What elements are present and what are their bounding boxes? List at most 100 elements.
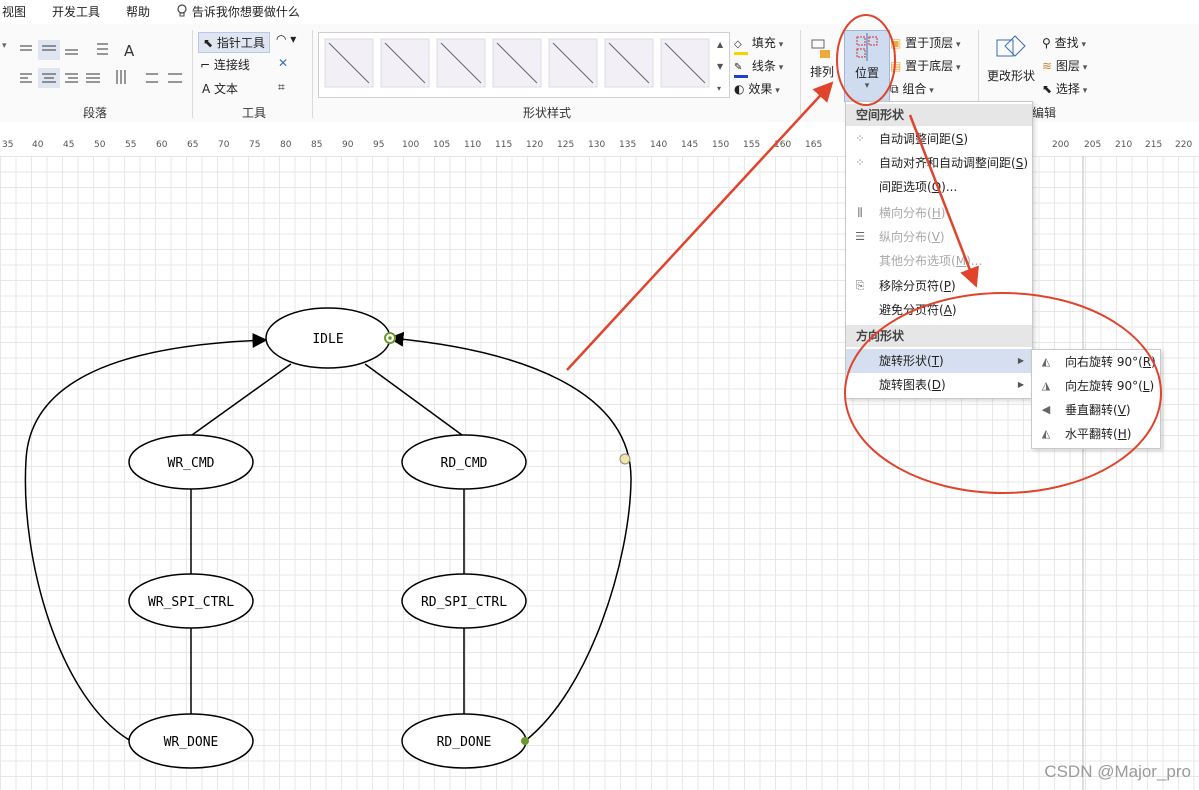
tab-developer[interactable]: 开发工具	[52, 3, 100, 20]
ruler-tick: 215	[1145, 140, 1163, 150]
edge-wr-done-idle[interactable]	[24, 332, 268, 742]
group-label-shape-styles: 形状样式	[523, 106, 572, 120]
ruler-tick: 200	[1052, 140, 1070, 150]
change-shape-label: 更改形状	[986, 69, 1035, 83]
menu-item-auto-space[interactable]: ⁘ 自动调整间距(S)	[846, 127, 1032, 151]
change-shape-button[interactable]: 更改形状	[986, 34, 1036, 84]
effect-icon: ◐	[734, 82, 745, 96]
menu-item-label: 向右旋转 90°	[1065, 355, 1139, 369]
menu-item-distribute-horizontal[interactable]: ⫼ 横向分布(H)	[846, 201, 1032, 225]
ruler-tick: 115	[495, 140, 513, 150]
svg-text:▾: ▾	[2, 41, 7, 51]
lightbulb-icon	[177, 4, 187, 17]
connector-start-handle[interactable]	[521, 737, 529, 745]
ruler-tick: 75	[249, 140, 261, 150]
edge-idle-rd-cmd[interactable]	[364, 363, 463, 436]
ruler-tick: 35	[2, 140, 14, 150]
ruler-tick: 60	[156, 140, 168, 150]
connector-end-handle-dot	[388, 336, 392, 340]
connector-midpoint-handle[interactable]	[619, 453, 631, 465]
ruler-tick: 40	[32, 140, 44, 150]
text-tool-button[interactable]: A 文本	[202, 80, 238, 97]
distribute-vertical-icon: ☰	[855, 230, 865, 243]
menu-item-flip-horizontal[interactable]: ◭ 水平翻转(H)	[1032, 422, 1160, 446]
connection-point-button[interactable]: ⌗	[278, 80, 285, 95]
paragraph-buttons: A ▾	[0, 36, 190, 99]
ruler-tick: 90	[342, 140, 354, 150]
menu-accelerator: L	[1142, 379, 1150, 393]
bring-to-front-button[interactable]: ▣ 置于顶层 ▾	[890, 34, 961, 51]
edge-idle-wr-cmd[interactable]	[191, 363, 292, 436]
send-back-label: 置于底层	[905, 59, 954, 73]
position-button[interactable]: 位置 ▾	[844, 30, 890, 102]
rotate-right-icon: ◭	[1041, 355, 1051, 368]
menu-item-label: 旋转形状	[879, 354, 928, 368]
find-button[interactable]: ⚲ 查找 ▾	[1042, 34, 1086, 51]
layers-button[interactable]: ≋ 图层 ▾	[1042, 57, 1087, 74]
menu-item-remove-page-break[interactable]: ⎘ 移除分页符(P)	[846, 274, 1032, 298]
arrange-label: 排列	[809, 65, 834, 79]
menu-item-rotate-right[interactable]: ◭ 向右旋转 90°(R)	[1032, 350, 1160, 374]
pointer-tool-button[interactable]: ⬉ 指针工具	[198, 32, 270, 53]
menu-item-label: 自动对齐和自动调整间距	[879, 156, 1012, 170]
watermark: CSDN @Major_pro	[1044, 762, 1191, 781]
ruler-tick: 220	[1175, 140, 1193, 150]
effect-button[interactable]: ◐ 效果 ▾	[734, 80, 780, 97]
group-button[interactable]: ⧉ 组合 ▾	[890, 80, 934, 97]
bring-front-icon: ▣	[890, 36, 902, 50]
fill-button[interactable]: ◇ 填充 ▾	[734, 34, 783, 55]
ruler-tick: 130	[588, 140, 606, 150]
node-label-rd-cmd: RD_CMD	[441, 456, 488, 471]
menu-item-flip-vertical[interactable]: ◀ 垂直翻转(V)	[1032, 398, 1160, 422]
line-button[interactable]: ✎ 线条 ▾	[734, 57, 783, 78]
tab-view[interactable]: 视图	[2, 3, 26, 20]
ruler-tick: 55	[125, 140, 137, 150]
x-icon: ✕	[278, 56, 289, 70]
group-label: 组合	[902, 82, 927, 96]
ruler-tick: 135	[619, 140, 637, 150]
send-to-back-button[interactable]: ▤ 置于底层 ▾	[890, 57, 961, 74]
flip-vertical-icon: ◀	[1041, 403, 1051, 416]
connector-tool-button[interactable]: ⌐ 连接线	[200, 56, 250, 73]
menu-item-label: 纵向分布	[879, 230, 928, 244]
node-label-wr-done: WR_DONE	[164, 735, 219, 750]
node-label-wr-spi-ctrl: WR_SPI_CTRL	[148, 595, 234, 610]
separator	[800, 30, 801, 118]
menu-item-avoid-page-break[interactable]: 避免分页符(A)	[846, 298, 1032, 322]
curve-tool-button[interactable]: ◠ ▾	[276, 32, 296, 46]
ruler-tick: 95	[373, 140, 385, 150]
ruler-tick: 70	[218, 140, 230, 150]
menu-item-more-distribute[interactable]: 其他分布选项(M)...	[846, 249, 1032, 273]
fill-label: 填充	[751, 36, 776, 50]
ruler-tick: 65	[187, 140, 199, 150]
menu-item-auto-align-space[interactable]: ⁘ 自动对齐和自动调整间距(S)	[846, 151, 1032, 175]
select-label: 选择	[1055, 82, 1080, 96]
menu-accelerator: R	[1142, 355, 1152, 369]
edge-rd-done-idle[interactable]	[388, 331, 632, 742]
tell-me-box[interactable]: 告诉我你想要做什么	[176, 3, 300, 20]
menu-item-spacing-options[interactable]: 间距选项(O)...	[846, 175, 1032, 199]
ruler-tick: 45	[63, 140, 75, 150]
arrange-button[interactable]: 排列	[808, 38, 836, 80]
distribute-horizontal-icon: ⫼	[857, 206, 863, 219]
select-button[interactable]: ⬉ 选择 ▾	[1042, 80, 1087, 97]
menu-item-rotate-left[interactable]: ◮ 向左旋转 90°(L)	[1032, 374, 1160, 398]
close-shape-button[interactable]: ✕	[278, 56, 288, 70]
effect-label: 效果	[748, 82, 773, 96]
tab-help[interactable]: 帮助	[126, 3, 150, 20]
ruler-tick: 80	[280, 140, 292, 150]
menu-accelerator: V	[1117, 403, 1126, 417]
submenu-arrow-icon: ▶	[1017, 380, 1024, 389]
node-label-wr-cmd: WR_CMD	[168, 456, 215, 471]
connector-icon: ⌐	[200, 58, 211, 72]
node-label-idle: IDLE	[312, 332, 343, 347]
menu-item-rotate-diagram[interactable]: 旋转图表(D) ▶	[846, 373, 1032, 397]
search-icon: ⚲	[1042, 36, 1051, 50]
menu-item-label: 移除分页符	[879, 279, 940, 293]
rotate-left-icon: ◮	[1041, 379, 1051, 392]
auto-align-icon: ⁘	[855, 156, 865, 169]
change-shape-icon	[996, 35, 1026, 57]
menu-item-distribute-vertical[interactable]: ☰ 纵向分布(V)	[846, 225, 1032, 249]
shape-style-gallery[interactable]: ▲ ▼ ▾	[318, 32, 730, 98]
menu-item-rotate-shapes[interactable]: 旋转形状(T) ▶	[846, 349, 1032, 373]
